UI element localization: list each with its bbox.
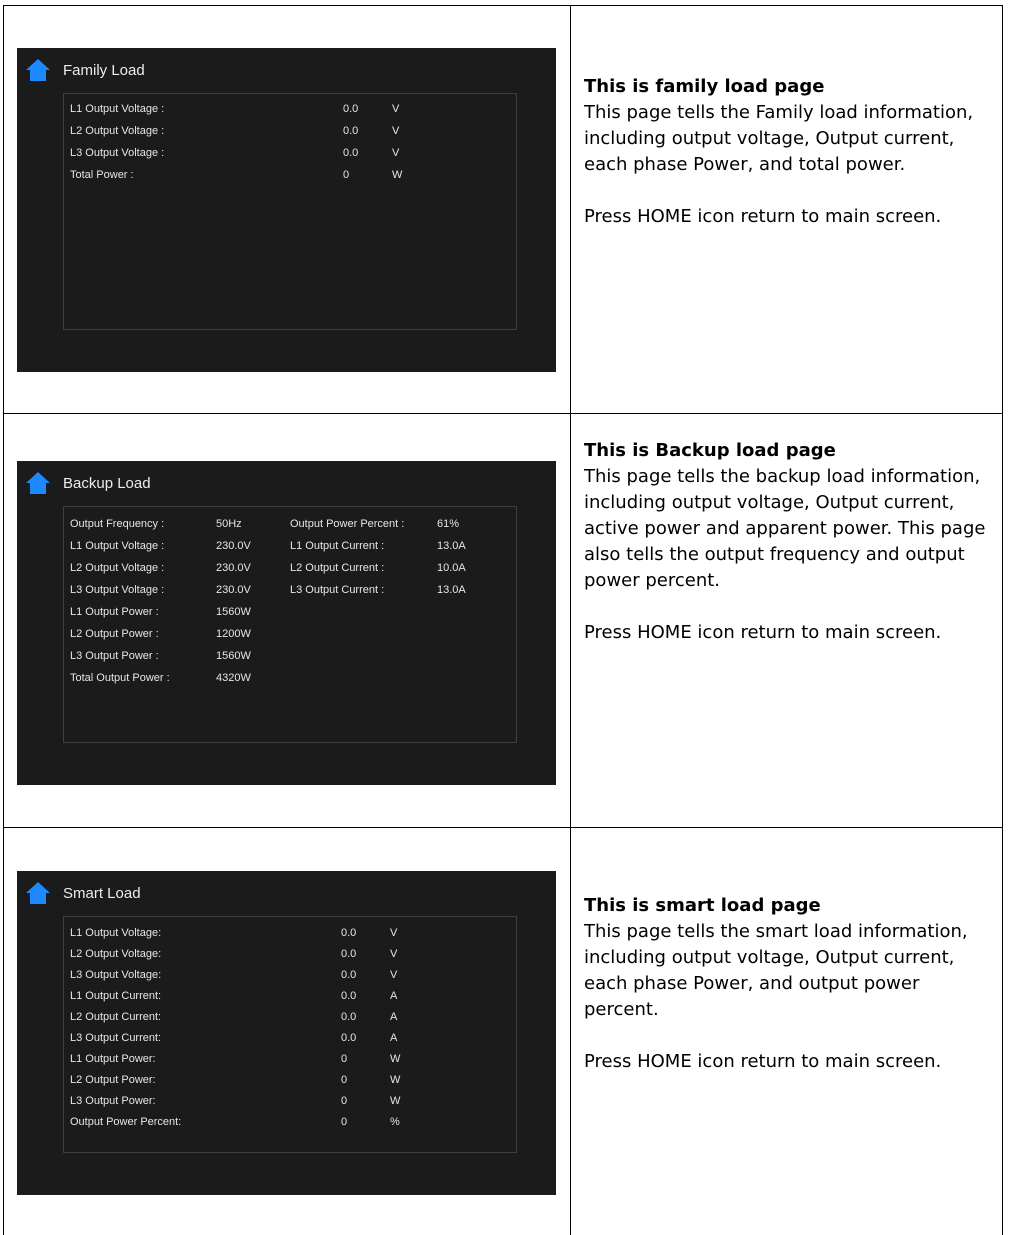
field-label: L3 Output Current:: [70, 1032, 162, 1044]
field-value: 0.0: [341, 1011, 357, 1023]
field-value: 10.0A: [437, 562, 466, 574]
description-body: This page tells the Family load informat…: [584, 102, 974, 175]
table-column-divider: [570, 5, 571, 1235]
field-unit: W: [390, 1074, 401, 1086]
screen-title: Family Load: [63, 62, 145, 79]
field-label: Total Output Power :: [70, 672, 170, 684]
home-icon[interactable]: [25, 881, 51, 905]
field-label: L1 Output Power :: [70, 606, 159, 618]
field-value: 0.0: [341, 948, 357, 960]
field-value: 0.0: [341, 969, 357, 981]
description-title: This is smart load page: [584, 895, 821, 916]
field-label: L3 Output Voltage :: [70, 147, 165, 159]
field-value: 61%: [437, 518, 460, 530]
smart-load-screenshot: Smart Load L1 Output Voltage: 0.0 V L2 O…: [17, 871, 556, 1195]
backup-load-screenshot: Backup Load Output Frequency : 50Hz Outp…: [17, 461, 556, 785]
field-label: L3 Output Power:: [70, 1095, 156, 1107]
field-label: L2 Output Current:: [70, 1011, 162, 1023]
field-label: L1 Output Power:: [70, 1053, 156, 1065]
description-body: This page tells the backup load informat…: [584, 466, 986, 591]
field-value: 230.0V: [216, 562, 251, 574]
field-unit: V: [390, 927, 398, 939]
description-title: This is family load page: [584, 76, 825, 97]
field-label: L3 Output Voltage :: [70, 584, 165, 596]
description-note: Press HOME icon return to main screen.: [584, 622, 942, 643]
field-label: L2 Output Voltage:: [70, 948, 162, 960]
field-label: L3 Output Voltage:: [70, 969, 162, 981]
field-label: L2 Output Power:: [70, 1074, 156, 1086]
field-label: Output Power Percent :: [290, 518, 405, 530]
table-row-divider: [3, 827, 1002, 828]
field-unit: A: [390, 1011, 398, 1023]
description-note: Press HOME icon return to main screen.: [584, 1051, 942, 1072]
field-label: L2 Output Current :: [290, 562, 385, 574]
screen-title: Backup Load: [63, 475, 151, 492]
field-value: 50Hz: [216, 518, 242, 530]
description-body: This page tells the smart load informati…: [584, 921, 968, 1020]
field-unit: V: [392, 125, 400, 137]
field-unit: V: [392, 147, 400, 159]
field-unit: V: [392, 103, 400, 115]
field-label: Total Power :: [70, 169, 134, 181]
field-unit: W: [390, 1095, 401, 1107]
table-border-right: [1002, 5, 1003, 1235]
field-value: 0: [341, 1095, 348, 1107]
field-value: 0.0: [341, 990, 357, 1002]
field-value: 13.0A: [437, 540, 466, 552]
table-border-left: [3, 5, 4, 1235]
description-title: This is Backup load page: [584, 440, 836, 461]
field-unit: W: [392, 169, 403, 181]
home-icon[interactable]: [25, 58, 51, 82]
field-value: 0.0: [343, 103, 359, 115]
field-value: 4320W: [216, 672, 251, 684]
field-unit: A: [390, 1032, 398, 1044]
field-unit: V: [390, 948, 398, 960]
field-value: 0.0: [341, 927, 357, 939]
field-label: L1 Output Current:: [70, 990, 162, 1002]
table-border-top: [3, 5, 1002, 6]
field-value: 0: [341, 1053, 348, 1065]
field-value: 0.0: [343, 125, 359, 137]
field-label: L1 Output Voltage :: [70, 103, 165, 115]
field-value: 0: [341, 1074, 348, 1086]
field-value: 1560W: [216, 650, 251, 662]
field-value: 0.0: [341, 1032, 357, 1044]
field-label: L3 Output Power :: [70, 650, 159, 662]
field-value: 1560W: [216, 606, 251, 618]
field-value: 230.0V: [216, 540, 251, 552]
field-value: 13.0A: [437, 584, 466, 596]
field-label: L1 Output Voltage :: [70, 540, 165, 552]
field-label: L2 Output Voltage :: [70, 562, 165, 574]
screen-title: Smart Load: [63, 885, 141, 902]
home-icon[interactable]: [25, 471, 51, 495]
field-unit: A: [390, 990, 398, 1002]
field-value: 0.0: [343, 147, 359, 159]
manual-table: Family Load L1 Output Voltage : 0.0 V L2…: [0, 0, 1009, 1235]
field-unit: V: [390, 969, 398, 981]
field-label: L2 Output Power :: [70, 628, 159, 640]
field-unit: W: [390, 1053, 401, 1065]
field-value: 0: [341, 1116, 348, 1128]
field-value: 230.0V: [216, 584, 251, 596]
field-label: L1 Output Voltage:: [70, 927, 162, 939]
field-unit: %: [390, 1116, 400, 1128]
smart-load-description: This is smart load page This page tells …: [584, 893, 996, 1075]
backup-load-description: This is Backup load page This page tells…: [584, 438, 996, 646]
field-label: L1 Output Current :: [290, 540, 385, 552]
field-label: L3 Output Current :: [290, 584, 385, 596]
field-label: L2 Output Voltage :: [70, 125, 165, 137]
field-label: Output Power Percent:: [70, 1116, 182, 1128]
table-row-divider: [3, 413, 1002, 414]
family-load-description: This is family load page This page tells…: [584, 74, 996, 230]
family-load-screenshot: Family Load L1 Output Voltage : 0.0 V L2…: [17, 48, 556, 372]
field-value: 1200W: [216, 628, 251, 640]
field-label: Output Frequency :: [70, 518, 165, 530]
description-note: Press HOME icon return to main screen.: [584, 206, 942, 227]
field-value: 0: [343, 169, 350, 181]
